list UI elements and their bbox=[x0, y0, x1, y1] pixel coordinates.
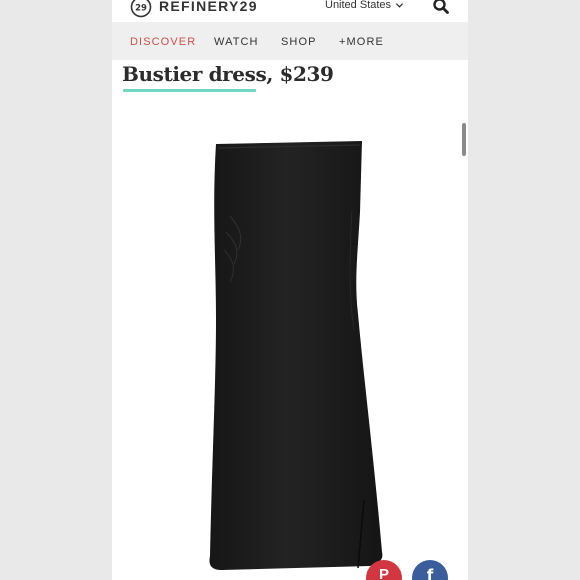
top-header: 29 REFINERY29 United States bbox=[112, 0, 468, 22]
nav-item-watch[interactable]: WATCH bbox=[214, 36, 259, 48]
nav-item-discover[interactable]: DISCOVER bbox=[130, 36, 196, 48]
article-title-block: Bustier dress, $239 bbox=[122, 62, 334, 92]
page: 29 REFINERY29 United States DISCOVER WAT… bbox=[112, 0, 468, 580]
dress-image bbox=[209, 141, 383, 570]
svg-text:29: 29 bbox=[135, 4, 147, 14]
pinterest-icon: P bbox=[378, 566, 389, 580]
nav-item-more[interactable]: +MORE bbox=[339, 36, 384, 48]
chevron-down-icon bbox=[395, 2, 404, 8]
site-logo-text[interactable]: REFINERY29 bbox=[159, 0, 258, 14]
search-icon[interactable] bbox=[432, 0, 450, 15]
main-nav: DISCOVER WATCH SHOP +MORE bbox=[112, 22, 468, 60]
nav-item-shop[interactable]: SHOP bbox=[281, 36, 317, 48]
facebook-icon: f bbox=[426, 566, 434, 580]
region-selector[interactable]: United States bbox=[325, 0, 404, 11]
title-underline bbox=[123, 89, 256, 92]
region-label: United States bbox=[325, 0, 392, 11]
article-title: Bustier dress, $239 bbox=[122, 62, 334, 86]
logo-29-icon[interactable]: 29 bbox=[130, 0, 152, 18]
